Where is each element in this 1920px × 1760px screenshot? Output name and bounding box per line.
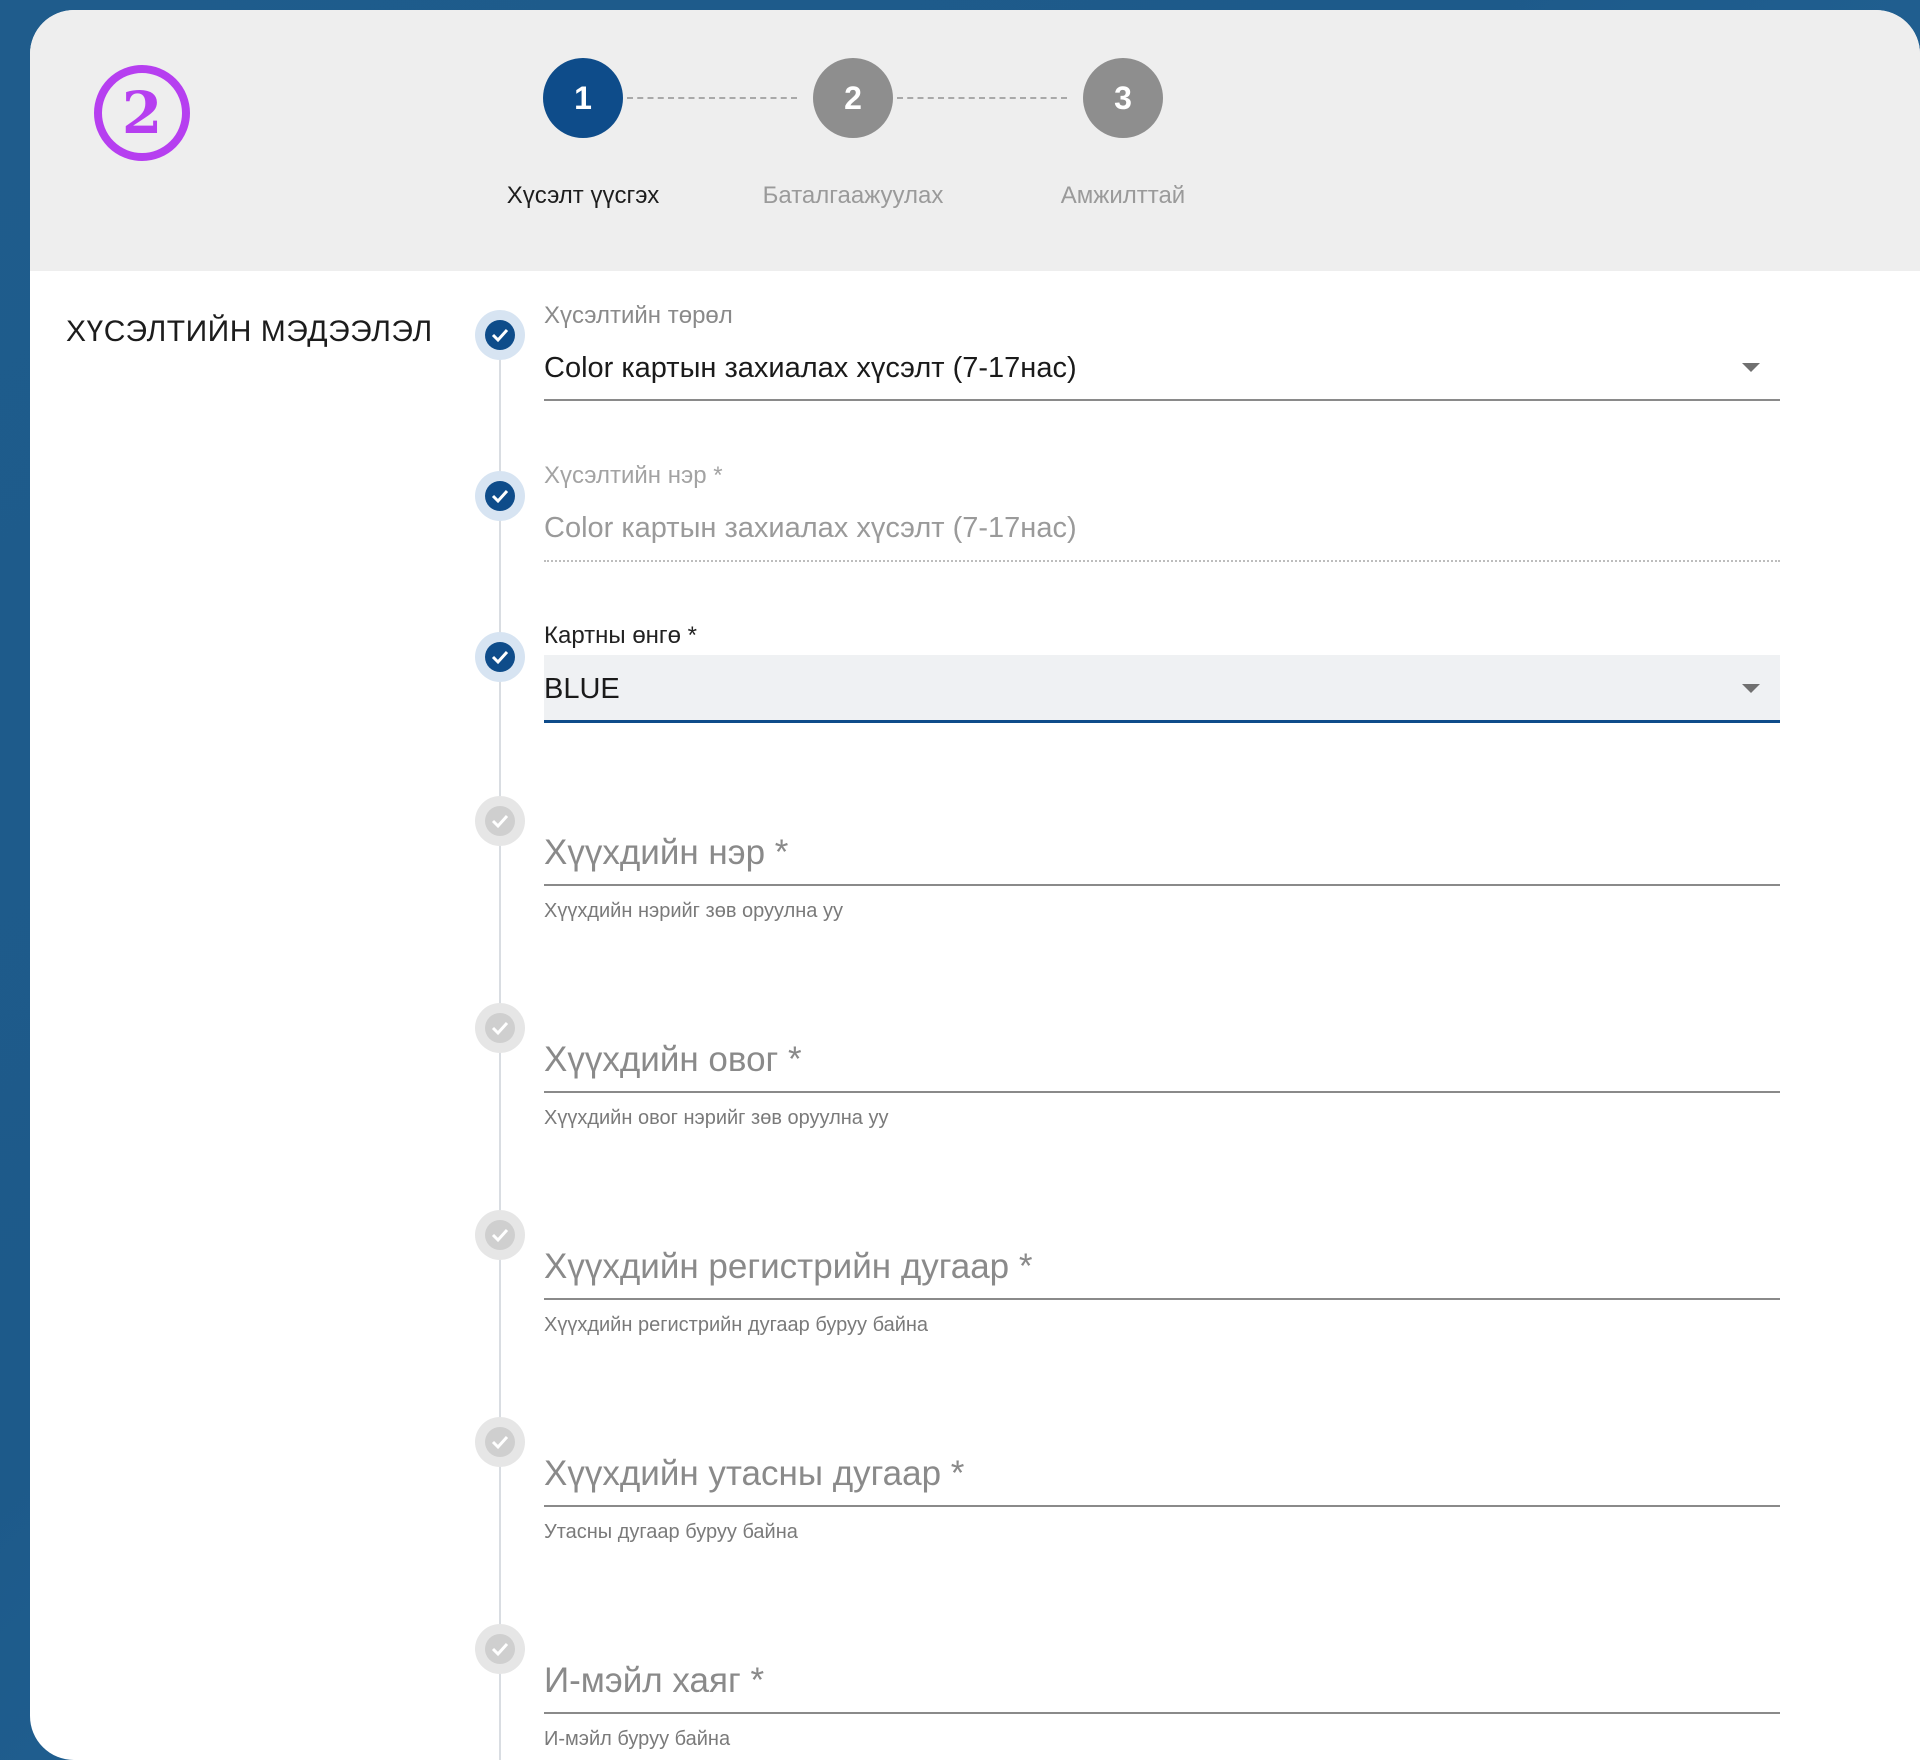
check-icon bbox=[491, 328, 509, 343]
request-type-value: Color картын захиалах хүсэлт (7-17нас) bbox=[544, 352, 1077, 384]
step-2-circle: 2 bbox=[813, 58, 893, 138]
section-title: ХҮСЭЛТИЙН МЭДЭЭЛЭЛ bbox=[66, 315, 433, 348]
child-surname-placeholder: Хүүхдийн овог * bbox=[544, 1040, 802, 1079]
child-register-hint: Хүүхдийн регистрийн дугаар буруу байна bbox=[544, 1314, 929, 1336]
step-1-circle: 1 bbox=[543, 58, 623, 138]
step-pending-marker bbox=[475, 1417, 525, 1467]
check-icon bbox=[491, 1642, 509, 1657]
check-icon bbox=[491, 650, 509, 665]
child-surname-input[interactable]: Хүүхдийн овог * Хүүхдийн овог нэрийг зөв… bbox=[544, 1032, 1780, 1132]
chevron-down-icon bbox=[1742, 684, 1760, 693]
request-name-label: Хүсэлтийн нэр * bbox=[544, 462, 723, 489]
step-pending-marker bbox=[475, 796, 525, 846]
child-register-input[interactable]: Хүүхдийн регистрийн дугаар * Хүүхдийн ре… bbox=[544, 1239, 1780, 1339]
child-register-placeholder: Хүүхдийн регистрийн дугаар * bbox=[544, 1247, 1033, 1286]
email-input[interactable]: И-мэйл хаяг * И-мэйл буруу байна bbox=[544, 1653, 1780, 1753]
stepper-header: 2 1 2 3 Хүсэлт үүсгэх Баталгаажуулах Амж… bbox=[30, 10, 1920, 271]
child-phone-input[interactable]: Хүүхдийн утасны дугаар * Утасны дугаар б… bbox=[544, 1446, 1780, 1546]
step-1-label: Хүсэлт үүсгэх bbox=[506, 182, 660, 209]
email-hint: И-мэйл буруу байна bbox=[544, 1728, 731, 1750]
step-connector bbox=[897, 97, 1067, 99]
child-phone-placeholder: Хүүхдийн утасны дугаар * bbox=[544, 1454, 965, 1493]
step-pending-marker bbox=[475, 1624, 525, 1674]
step-3-label: Амжилттай bbox=[1060, 182, 1186, 209]
step-done-marker bbox=[475, 471, 525, 521]
child-phone-hint: Утасны дугаар буруу байна bbox=[544, 1521, 798, 1543]
check-icon bbox=[491, 489, 509, 504]
chevron-down-icon bbox=[1742, 363, 1760, 372]
check-icon bbox=[491, 1228, 509, 1243]
check-icon bbox=[491, 1435, 509, 1450]
child-name-placeholder: Хүүхдийн нэр * bbox=[544, 833, 789, 872]
child-name-input[interactable]: Хүүхдийн нэр * Хүүхдийн нэрийг зөв оруул… bbox=[544, 825, 1780, 925]
step-number-badge: 2 bbox=[94, 65, 190, 161]
card-color-select[interactable]: Картны өнгө * BLUE bbox=[544, 610, 1780, 725]
request-name-value: Color картын захиалах хүсэлт (7-17нас) bbox=[544, 512, 1077, 544]
check-icon bbox=[491, 1021, 509, 1036]
card-color-value: BLUE bbox=[544, 673, 620, 705]
email-placeholder: И-мэйл хаяг * bbox=[544, 1661, 765, 1700]
child-surname-hint: Хүүхдийн овог нэрийг зөв оруулна уу bbox=[544, 1107, 889, 1129]
step-3-circle: 3 bbox=[1083, 58, 1163, 138]
request-type-select[interactable]: Хүсэлтийн төрөл Color картын захиалах хү… bbox=[544, 290, 1780, 405]
request-type-label: Хүсэлтийн төрөл bbox=[544, 302, 733, 329]
step-connector bbox=[627, 97, 797, 99]
child-name-hint: Хүүхдийн нэрийг зөв оруулна уу bbox=[544, 900, 843, 922]
form-card: 2 1 2 3 Хүсэлт үүсгэх Баталгаажуулах Амж… bbox=[30, 10, 1920, 1760]
request-name-field: Хүсэлтийн нэр * Color картын захиалах хү… bbox=[544, 450, 1780, 565]
check-icon bbox=[491, 814, 509, 829]
step-pending-marker bbox=[475, 1003, 525, 1053]
step-2-label: Баталгаажуулах bbox=[762, 182, 944, 209]
step-done-marker bbox=[475, 310, 525, 360]
step-done-marker bbox=[475, 632, 525, 682]
step-pending-marker bbox=[475, 1210, 525, 1260]
card-color-label: Картны өнгө * bbox=[544, 622, 698, 649]
